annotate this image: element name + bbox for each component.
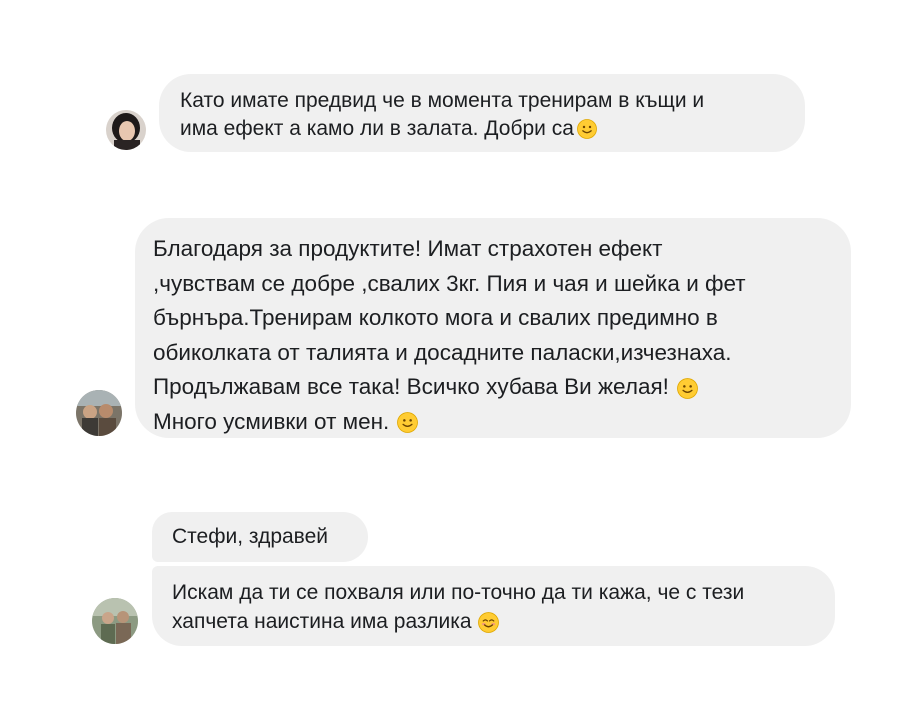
message-text-line: хапчета наистина има разлика xyxy=(172,610,472,633)
sender-avatar[interactable] xyxy=(92,598,138,644)
message-bubble: Искам да ти се похваля или по-точно да т… xyxy=(152,566,835,646)
sender-avatar[interactable] xyxy=(106,110,146,150)
outdoor-photo-avatar xyxy=(92,598,138,644)
message-text-line: Стефи, здравей xyxy=(172,525,329,548)
slightly-smiling-face-emoji xyxy=(677,377,698,399)
message-text-line: ,чувствам се добре ,свалих 3кг. Пия и ча… xyxy=(153,270,746,296)
message-text-line: бърнъра.Тренирам колкото мога и свалих п… xyxy=(153,305,718,330)
message-text-line: има ефект а камо ли в залата. Добри са xyxy=(180,117,574,140)
slightly-smiling-face-emoji xyxy=(397,412,419,433)
message-bubble: Стефи, здравей xyxy=(152,512,368,562)
woman-dark-hair-avatar xyxy=(106,110,146,150)
sender-avatar[interactable] xyxy=(76,390,122,436)
message-text-line: Продължавам все така! Всичко хубава Ви ж… xyxy=(153,374,669,399)
slightly-smiling-face-emoji xyxy=(577,119,597,140)
message-text-line: Като имате предвид че в момента тренирам… xyxy=(180,89,705,112)
message-text-line: Благодаря за продуктите! Имат страхотен … xyxy=(153,236,663,261)
message-text-line: Много усмивки от мен. xyxy=(153,408,390,434)
smiling-face-with-smiling-eyes-emoji xyxy=(477,612,499,633)
message-text-line: Искам да ти се похваля или по-точно да т… xyxy=(172,581,745,604)
message-bubble: Благодаря за продуктите! Имат страхотен … xyxy=(135,218,851,438)
message-bubble: Като имате предвид че в момента тренирам… xyxy=(159,74,805,152)
message-text-line: обиколката от талията и досадните паласк… xyxy=(153,339,732,365)
group-photo-avatar xyxy=(76,390,122,436)
